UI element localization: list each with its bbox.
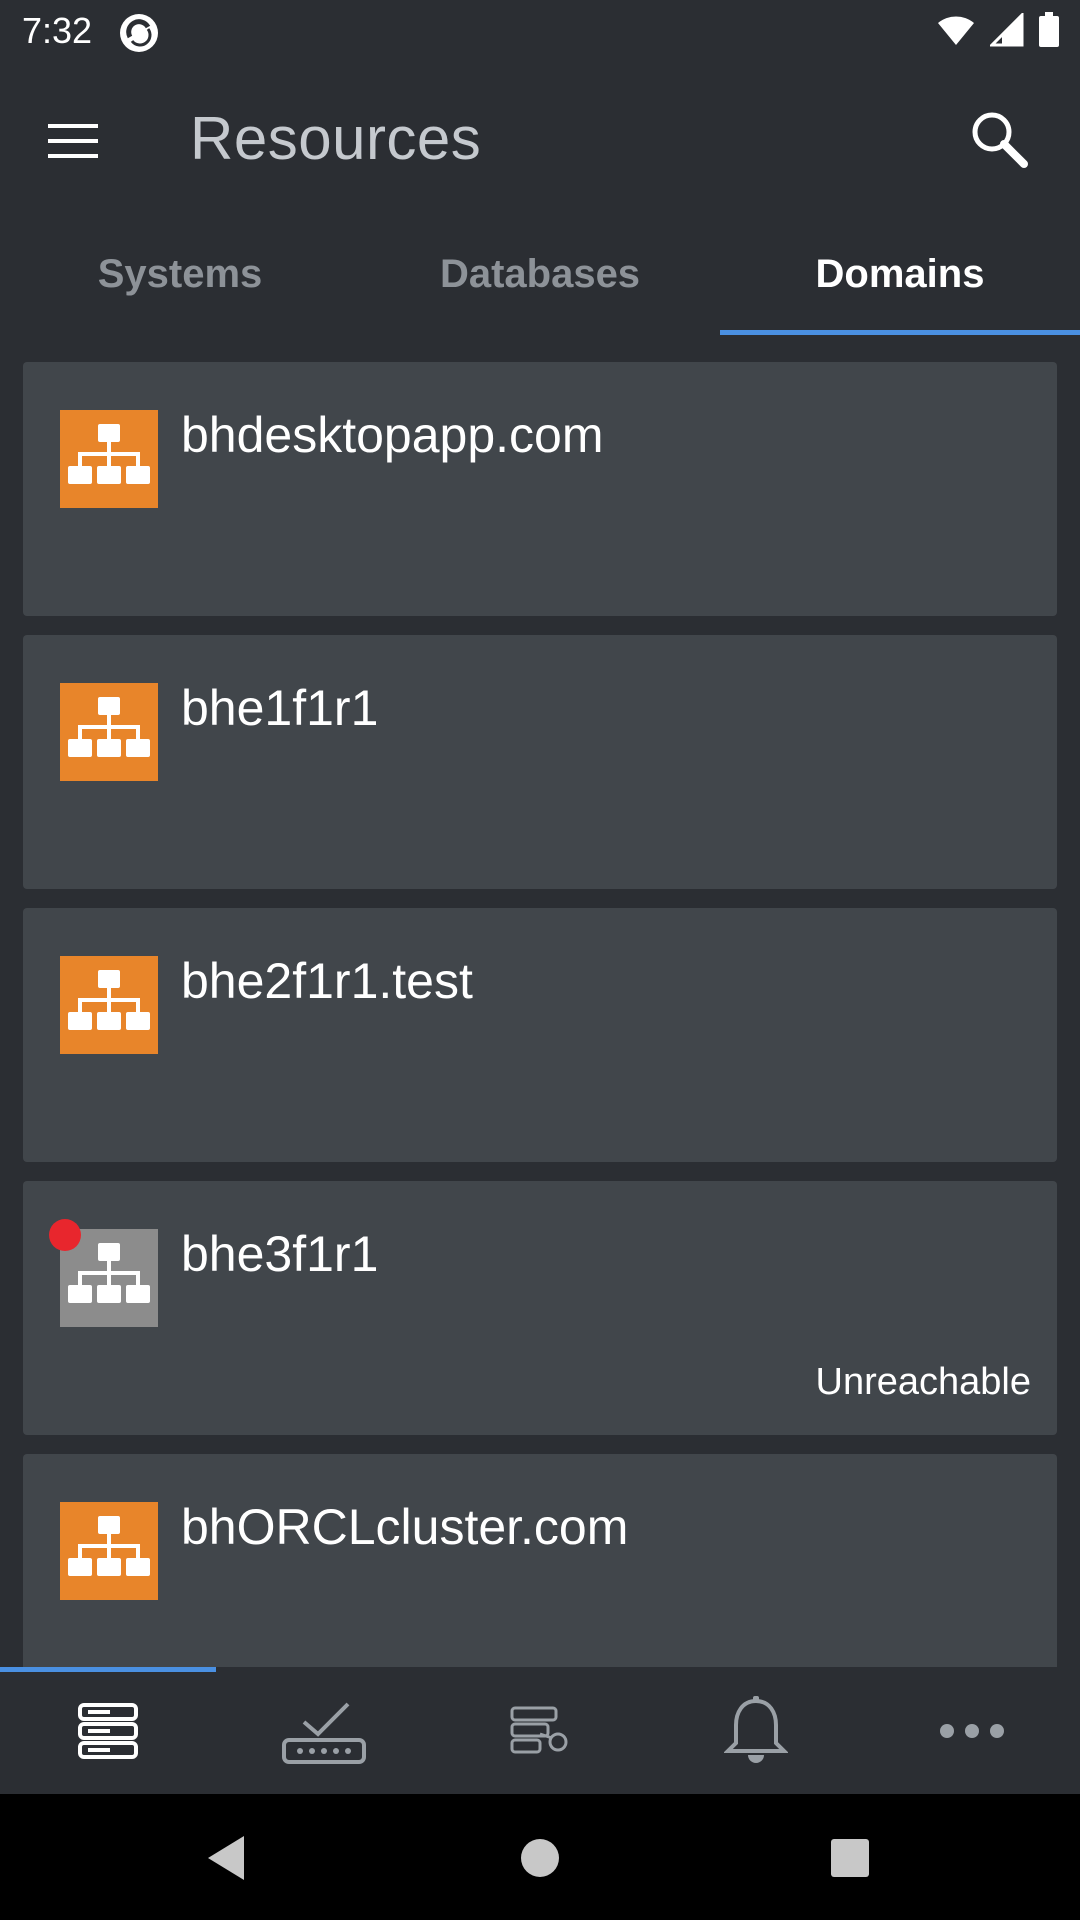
- nav-notifications[interactable]: [648, 1667, 864, 1794]
- tab-label: Domains: [815, 252, 985, 296]
- tab-bar: Systems Databases Domains: [0, 232, 1080, 336]
- back-icon[interactable]: [200, 1830, 260, 1886]
- tab-label: Systems: [97, 252, 263, 296]
- domain-name: bhdesktopapp.com: [181, 407, 604, 463]
- domain-hierarchy-icon: [60, 956, 158, 1054]
- domain-list[interactable]: bhdesktopapp.com bhe1f1r1 bhe2f1r1.test …: [23, 362, 1057, 1667]
- app-screen: 7:32 Resources Systems Databases Domains…: [0, 0, 1080, 1920]
- more-options-icon: [940, 1723, 1004, 1738]
- nav-credentials[interactable]: [432, 1667, 648, 1794]
- status-label: Unreachable: [815, 1361, 1031, 1403]
- server-stack-icon: [78, 1702, 138, 1759]
- tab-databases[interactable]: Databases: [360, 232, 720, 336]
- battery-icon: [1039, 12, 1059, 47]
- credentials-key-icon: [510, 1706, 568, 1753]
- tab-systems[interactable]: Systems: [0, 232, 360, 336]
- domain-name: bhe2f1r1.test: [181, 953, 473, 1009]
- domain-name: bhORCLcluster.com: [181, 1499, 629, 1555]
- domain-card[interactable]: bhe1f1r1: [23, 635, 1057, 889]
- cellular-signal-icon: [990, 13, 1024, 47]
- tab-domains[interactable]: Domains: [720, 232, 1080, 336]
- domain-hierarchy-icon: [60, 683, 158, 781]
- error-status-dot: [49, 1219, 81, 1251]
- domain-hierarchy-icon: [60, 410, 158, 508]
- status-bar: 7:32: [0, 0, 1080, 64]
- app-bar: Resources: [0, 64, 1080, 212]
- domain-card[interactable]: bhORCLcluster.com: [23, 1454, 1057, 1667]
- approval-check-icon: [282, 1702, 366, 1764]
- domain-card[interactable]: bhe2f1r1.test: [23, 908, 1057, 1162]
- domain-card[interactable]: bhe3f1r1 Unreachable: [23, 1181, 1057, 1435]
- notification-bell-icon: [724, 1695, 788, 1763]
- domain-card[interactable]: bhdesktopapp.com: [23, 362, 1057, 616]
- wifi-icon: [938, 16, 974, 45]
- home-icon[interactable]: [510, 1830, 570, 1886]
- tab-label: Databases: [439, 252, 641, 296]
- recents-icon[interactable]: [820, 1830, 880, 1886]
- hamburger-menu-icon[interactable]: [38, 114, 108, 168]
- domain-hierarchy-icon: [60, 1502, 158, 1600]
- nav-resources[interactable]: [0, 1667, 216, 1794]
- system-nav-bar: [0, 1794, 1080, 1920]
- nav-approvals[interactable]: [216, 1667, 432, 1794]
- search-icon[interactable]: [964, 104, 1034, 174]
- domain-name: bhe3f1r1: [181, 1226, 379, 1282]
- app-notification-icon: [120, 14, 158, 52]
- status-time: 7:32: [22, 10, 93, 51]
- nav-more[interactable]: [864, 1667, 1080, 1794]
- page-title: Resources: [190, 105, 482, 172]
- bottom-nav: [0, 1667, 1080, 1794]
- domain-name: bhe1f1r1: [181, 680, 379, 736]
- active-tab-indicator: [720, 330, 1080, 335]
